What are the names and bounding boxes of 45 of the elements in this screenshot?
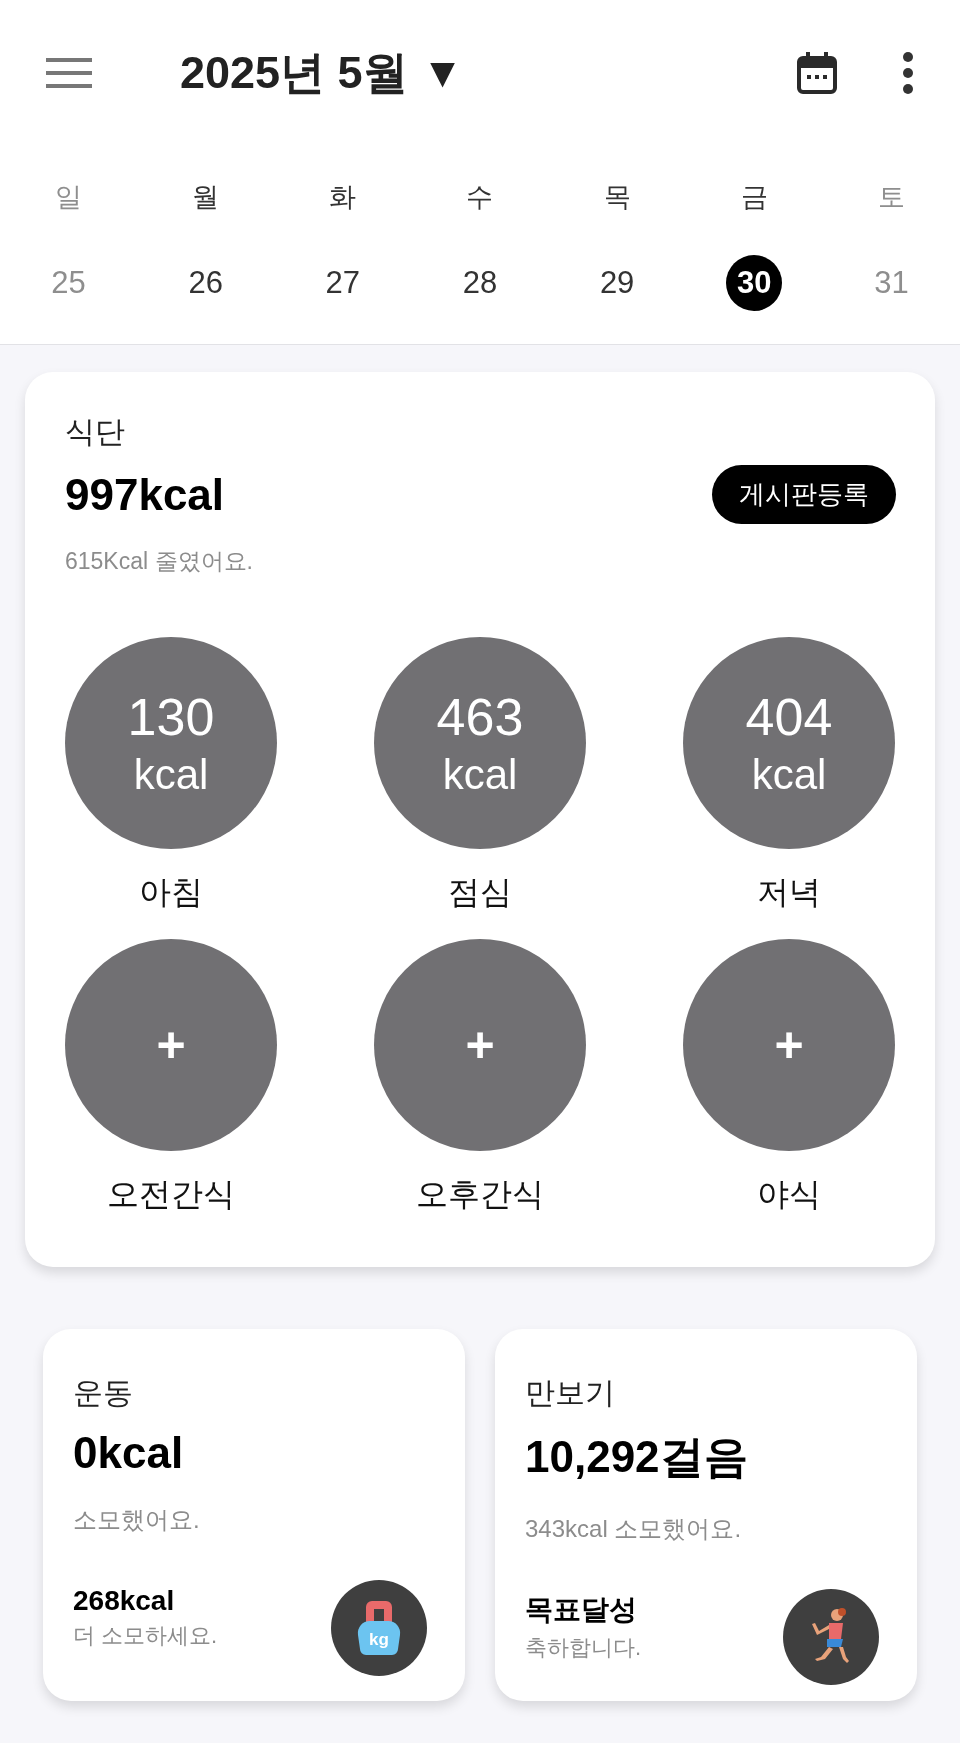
date-button[interactable]: 30 <box>726 255 783 311</box>
meal-button[interactable]: + <box>374 939 586 1151</box>
calorie-total: 997kcal <box>65 469 225 520</box>
date-button[interactable]: 26 <box>177 255 234 311</box>
card-note: 소모했어요. <box>73 1505 201 1535</box>
weekday-label: 월 <box>192 181 220 214</box>
weekday-label: 화 <box>329 181 357 214</box>
goal-text: 목표달성 <box>525 1593 638 1627</box>
more-options-icon[interactable] <box>902 51 914 94</box>
card-title: 운동 <box>73 1375 134 1411</box>
goal-note: 축하합니다. <box>525 1634 642 1662</box>
meal-button[interactable]: 130 kcal <box>65 637 277 849</box>
weekday-label: 수 <box>466 181 494 214</box>
goal-text: 268kcal <box>73 1585 176 1617</box>
meal-button[interactable]: 463 kcal <box>374 637 586 849</box>
meal-button[interactable]: + <box>683 939 895 1151</box>
card-value: 10,292걸음 <box>525 1431 749 1483</box>
meal-button[interactable]: + <box>65 939 277 1151</box>
date-button[interactable]: 29 <box>589 255 646 311</box>
weekday-label: 금 <box>740 181 768 214</box>
weekday-label: 일 <box>55 181 83 214</box>
card-title: 식단 <box>65 414 126 450</box>
meal-button[interactable]: 404 kcal <box>683 637 895 849</box>
meal-label: 오후간식 <box>416 1175 544 1214</box>
calorie-note: 615Kcal 줄였어요. <box>65 547 254 576</box>
meal-label: 아침 <box>139 873 203 912</box>
month-selector[interactable]: 2025년 5월 ▼ <box>180 42 464 103</box>
calendar-icon[interactable] <box>796 50 838 95</box>
meal-label: 점심 <box>448 873 512 912</box>
date-button[interactable]: 27 <box>314 255 371 311</box>
meal-label: 야식 <box>757 1175 821 1214</box>
meal-label: 오전간식 <box>107 1175 235 1214</box>
kettlebell-icon: kg <box>331 1580 427 1676</box>
card-note: 343kcal 소모했어요. <box>525 1514 743 1544</box>
goal-note: 더 소모하세요. <box>73 1622 218 1650</box>
card-value: 0kcal <box>73 1428 185 1478</box>
exercise-card[interactable]: 운동 0kcal 소모했어요. 268kcal 더 소모하세요. kg <box>43 1329 465 1701</box>
card-title: 만보기 <box>525 1375 616 1411</box>
menu-icon[interactable] <box>46 55 92 90</box>
weekday-label: 목 <box>603 181 631 214</box>
step-counter-card[interactable]: 만보기 10,292걸음 343kcal 소모했어요. 목표달성 축하합니다. <box>495 1329 917 1701</box>
meal-label: 저녁 <box>757 873 821 912</box>
date-button[interactable]: 28 <box>452 255 508 311</box>
post-to-board-button[interactable]: 게시판등록 <box>712 465 896 524</box>
weekday-label: 토 <box>877 181 905 214</box>
